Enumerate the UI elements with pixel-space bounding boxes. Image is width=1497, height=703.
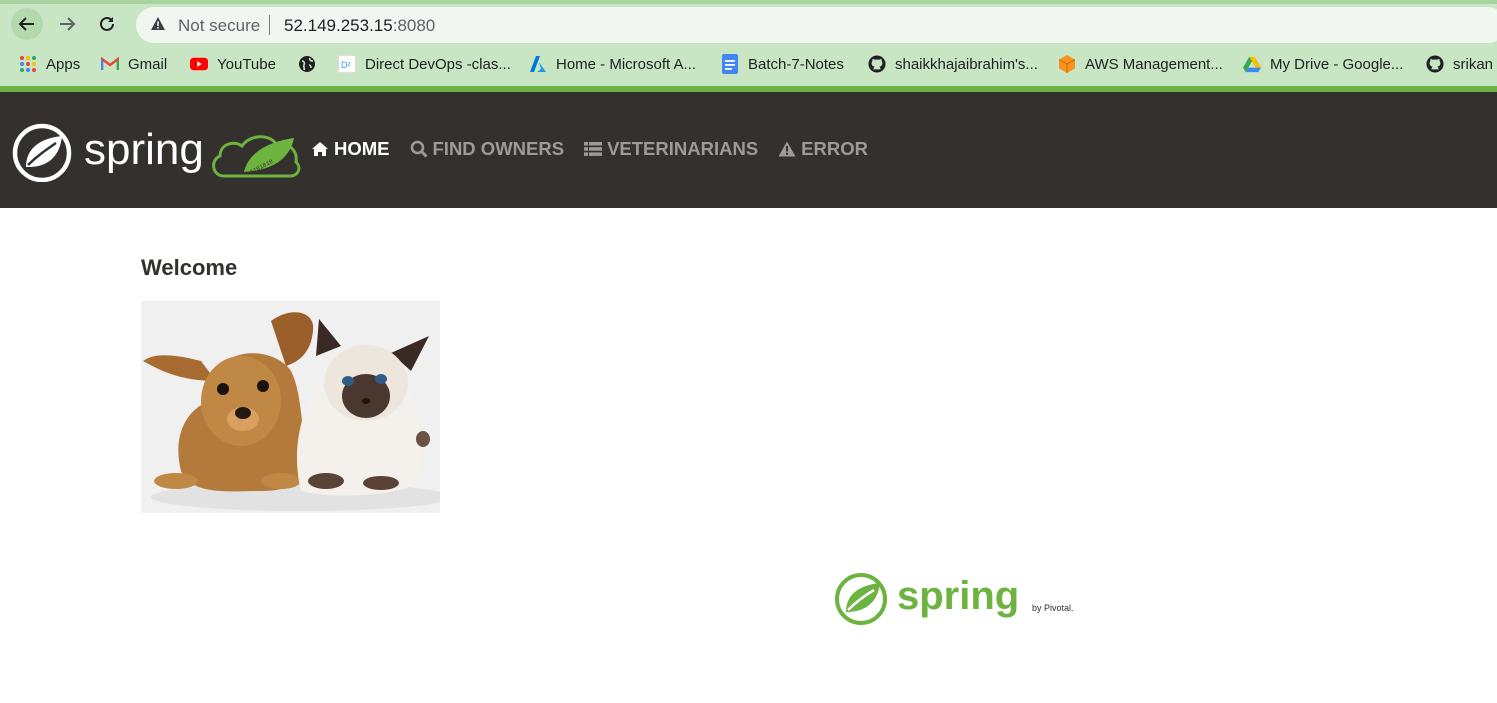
url-host: 52.149.253.15 xyxy=(284,16,393,35)
menu-label: Find owners xyxy=(432,138,565,159)
gmail-icon xyxy=(101,55,119,73)
spring-brand-logo[interactable]: spring 0101010 xyxy=(12,122,302,183)
svg-text:D²: D² xyxy=(341,60,351,70)
bookmark-github-srikanth[interactable]: srikan xyxy=(1426,52,1493,76)
footer-spring-logo: spring by Pivotal. xyxy=(834,571,1094,627)
bookmark-label: shaikkhajaibrahim's... xyxy=(895,55,1038,73)
search-icon xyxy=(410,140,428,158)
menu-home[interactable]: Home xyxy=(311,138,390,160)
docs-icon xyxy=(721,54,739,74)
back-button[interactable] xyxy=(11,8,43,40)
main-content: Welcome xyxy=(141,255,237,281)
address-separator xyxy=(269,15,270,35)
bookmarks-bar: Apps Gmail YouTube D² Direct DevOps -cla… xyxy=(0,47,1497,81)
d2-icon: D² xyxy=(338,55,356,73)
menu-label: Home xyxy=(334,138,390,159)
bookmark-label: Gmail xyxy=(128,55,168,73)
bookmark-microsoft-azure[interactable]: Home - Microsoft A... xyxy=(529,52,696,76)
security-label[interactable]: Not secure xyxy=(178,16,260,36)
spring-leaf-icon xyxy=(12,123,72,183)
bookmark-label: srikan xyxy=(1453,55,1494,73)
page-title: Welcome xyxy=(141,255,238,280)
menu-error[interactable]: Error xyxy=(778,138,868,160)
bookmark-aws[interactable]: AWS Management... xyxy=(1058,52,1223,76)
bookmark-batch-notes[interactable]: Batch-7-Notes xyxy=(721,52,844,76)
main-menu: Home Find owners Veterinarians Error xyxy=(311,138,868,160)
url-port: :8080 xyxy=(392,16,436,35)
app-navbar: spring 0101010 Home Find owners Veterina… xyxy=(0,92,1497,208)
home-icon xyxy=(312,142,328,156)
warning-icon xyxy=(778,141,796,157)
footer-by-pivotal: by Pivotal. xyxy=(1032,603,1074,613)
youtube-icon xyxy=(190,55,208,73)
menu-find-owners[interactable]: Find owners xyxy=(410,138,565,160)
azure-icon xyxy=(529,55,547,73)
bookmark-globe[interactable] xyxy=(298,52,316,76)
reload-icon xyxy=(100,16,114,31)
bookmark-google-drive[interactable]: My Drive - Google... xyxy=(1243,52,1403,76)
pets-image xyxy=(141,301,440,513)
bookmark-apps[interactable]: Apps xyxy=(19,52,80,76)
footer-wordmark: spring xyxy=(897,574,1019,618)
address-bar[interactable]: Not secure 52.149.253.15:8080 xyxy=(136,7,1497,43)
aws-cube-icon xyxy=(1058,55,1076,73)
bookmark-gmail[interactable]: Gmail xyxy=(101,52,167,76)
menu-label: Veterinarians xyxy=(607,138,759,159)
forward-arrow-icon xyxy=(60,17,76,31)
reload-button[interactable] xyxy=(91,8,123,40)
bookmark-label: YouTube xyxy=(217,55,276,73)
github-icon xyxy=(1426,55,1444,73)
back-arrow-icon xyxy=(18,17,34,31)
bookmark-label: Apps xyxy=(46,55,81,73)
bookmark-direct-devops[interactable]: D² Direct DevOps -clas... xyxy=(338,52,511,76)
bookmark-label: My Drive - Google... xyxy=(1270,55,1404,73)
bookmark-youtube[interactable]: YouTube xyxy=(190,52,276,76)
bookmark-label: Home - Microsoft A... xyxy=(556,55,697,73)
spring-cloud-leaf-icon: 0101010 xyxy=(212,135,301,178)
drive-icon xyxy=(1243,55,1261,73)
forward-button[interactable] xyxy=(51,8,83,40)
menu-veterinarians[interactable]: Veterinarians xyxy=(584,138,758,160)
bookmark-label: AWS Management... xyxy=(1085,55,1223,73)
kitten-illustration xyxy=(296,319,430,496)
warning-triangle-icon xyxy=(151,17,165,30)
spring-leaf-icon xyxy=(835,573,887,625)
browser-chrome: Not secure 52.149.253.15:8080 Apps Gmail xyxy=(0,0,1497,92)
bookmark-github-shaikkhaja[interactable]: shaikkhajaibrahim's... xyxy=(868,52,1038,76)
github-icon xyxy=(868,55,886,73)
browser-toolbar: Not secure 52.149.253.15:8080 xyxy=(0,4,1497,43)
apps-grid-icon xyxy=(19,55,37,73)
bookmark-label: Batch-7-Notes xyxy=(748,55,844,73)
menu-label: Error xyxy=(801,138,868,159)
list-icon xyxy=(584,142,603,156)
brand-wordmark: spring xyxy=(84,125,204,174)
url-text[interactable]: 52.149.253.15:8080 xyxy=(284,16,435,36)
globe-icon xyxy=(298,55,316,73)
bookmark-label: Direct DevOps -clas... xyxy=(365,55,511,73)
